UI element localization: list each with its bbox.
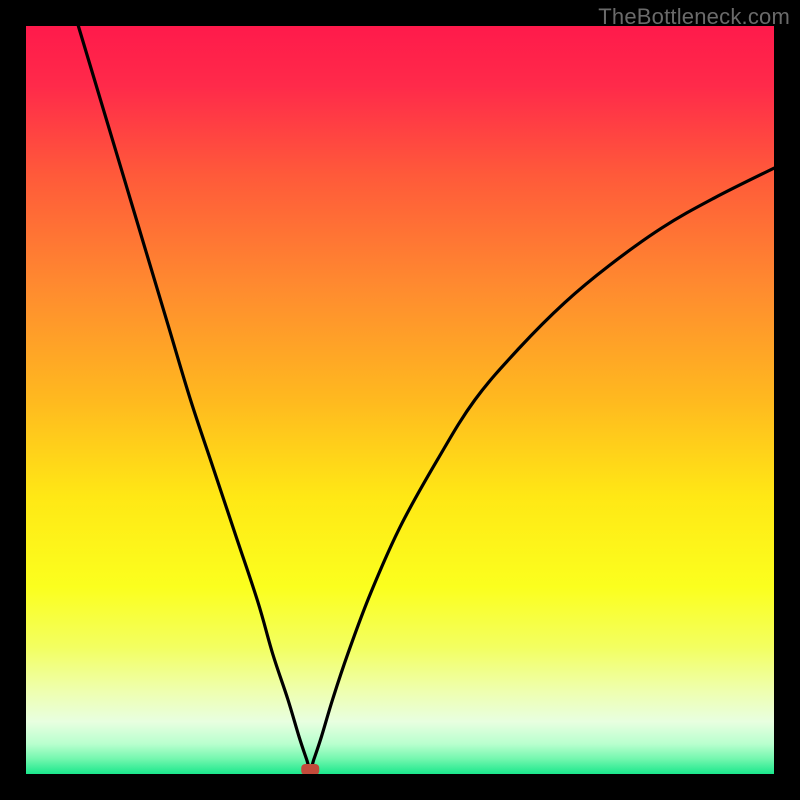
chart-frame: TheBottleneck.com xyxy=(0,0,800,800)
gradient-background xyxy=(26,26,774,774)
chart-svg xyxy=(26,26,774,774)
plot-area xyxy=(26,26,774,774)
minimum-marker xyxy=(301,764,319,774)
